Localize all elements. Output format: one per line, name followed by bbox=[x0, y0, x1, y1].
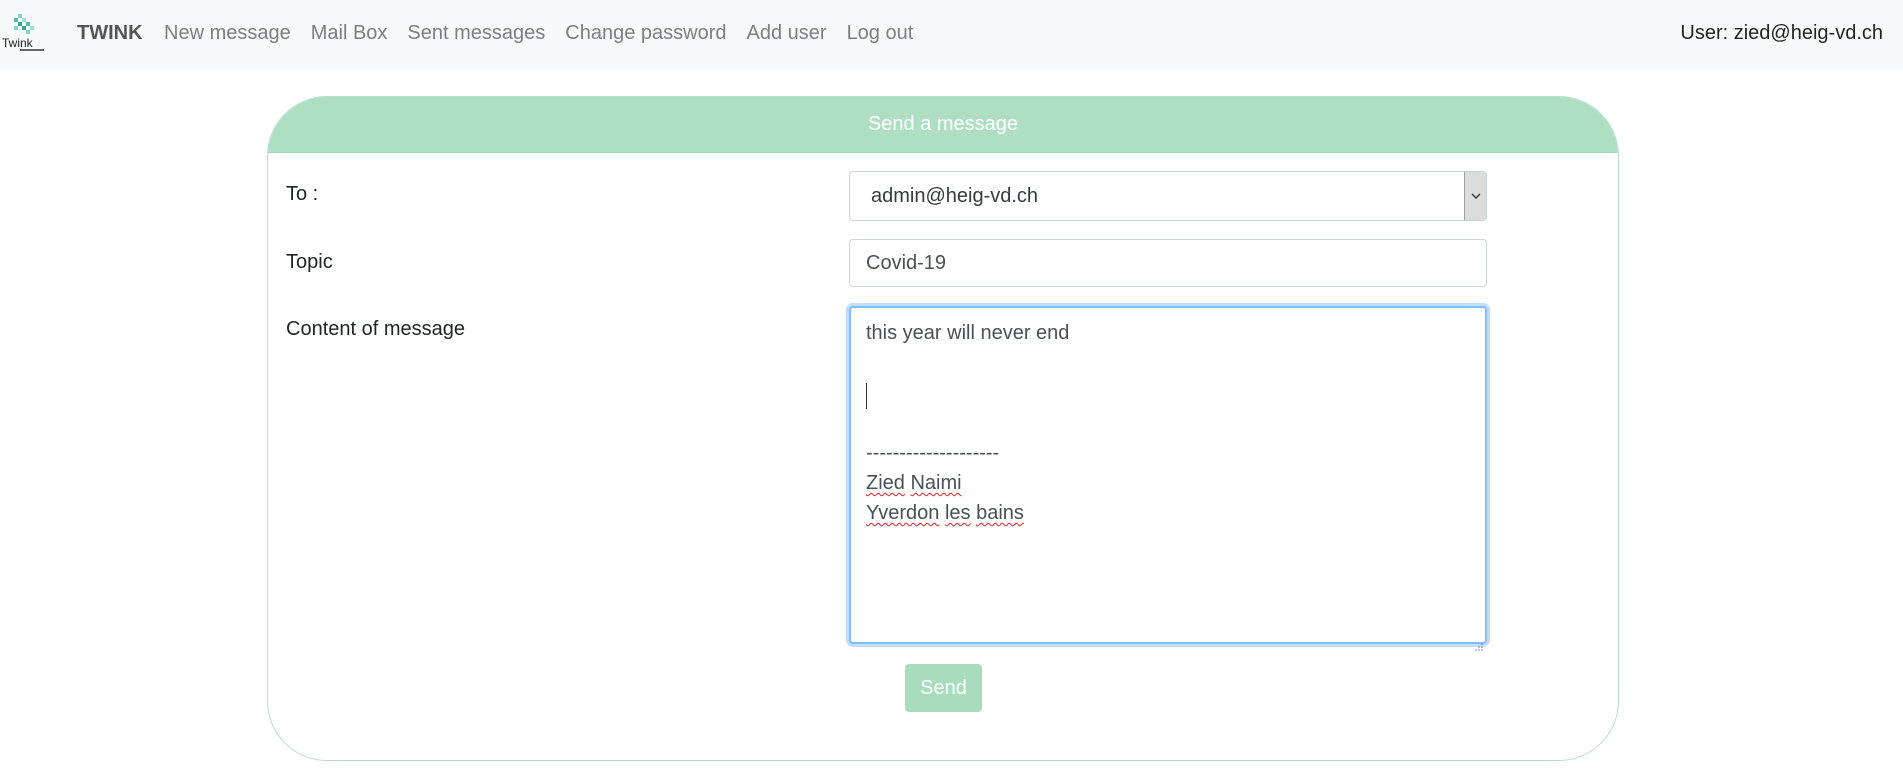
city-last: bains bbox=[976, 502, 1024, 524]
nav-add-user[interactable]: Add user bbox=[747, 22, 827, 45]
topic-label: Topic bbox=[286, 251, 333, 273]
city-first: Yverdon bbox=[866, 502, 940, 524]
signature-separator: -------------------- bbox=[866, 442, 1000, 464]
nav-mail-box[interactable]: Mail Box bbox=[311, 22, 388, 45]
signature-name: Zied Naimi bbox=[866, 468, 1470, 498]
nav-sent-messages[interactable]: Sent messages bbox=[407, 22, 545, 45]
card-title: Send a message bbox=[268, 97, 1618, 153]
nav-log-out[interactable]: Log out bbox=[847, 22, 914, 45]
recipient-selected-value: admin@heig-vd.ch bbox=[871, 185, 1039, 207]
nav-links: New message Mail Box Sent messages Chang… bbox=[164, 22, 933, 45]
message-content-textarea[interactable]: this year will never end ---------------… bbox=[849, 306, 1487, 651]
nav-change-password[interactable]: Change password bbox=[565, 22, 726, 45]
resize-grip-icon[interactable] bbox=[1473, 630, 1483, 651]
to-label: To : bbox=[286, 183, 319, 205]
topic-input[interactable]: Covid-19 bbox=[849, 239, 1487, 287]
name-first: Zied bbox=[866, 472, 905, 494]
caret-line bbox=[866, 378, 1470, 409]
content-label: Content of message bbox=[286, 318, 465, 340]
content-line: this year will never end bbox=[866, 322, 1070, 344]
current-user: User: zied@heig-vd.ch bbox=[1680, 22, 1883, 44]
nav-new-message[interactable]: New message bbox=[164, 22, 291, 45]
recipient-select[interactable]: admin@heig-vd.ch bbox=[849, 171, 1487, 221]
top-navbar: Twink TWINK New message Mail Box Sent me… bbox=[0, 0, 1903, 70]
logo-text: Twink bbox=[2, 36, 33, 50]
text-caret bbox=[866, 382, 867, 409]
brand-link[interactable]: TWINK bbox=[77, 22, 143, 45]
chevron-down-icon[interactable] bbox=[1464, 172, 1486, 220]
name-last: Naimi bbox=[910, 472, 962, 494]
send-message-card: Send a message To : admin@heig-vd.ch Top… bbox=[267, 96, 1619, 761]
city-mid: les bbox=[944, 502, 971, 524]
logo-underline bbox=[20, 49, 44, 51]
send-button[interactable]: Send bbox=[905, 664, 982, 712]
signature-city: Yverdon les bains bbox=[866, 498, 1470, 528]
